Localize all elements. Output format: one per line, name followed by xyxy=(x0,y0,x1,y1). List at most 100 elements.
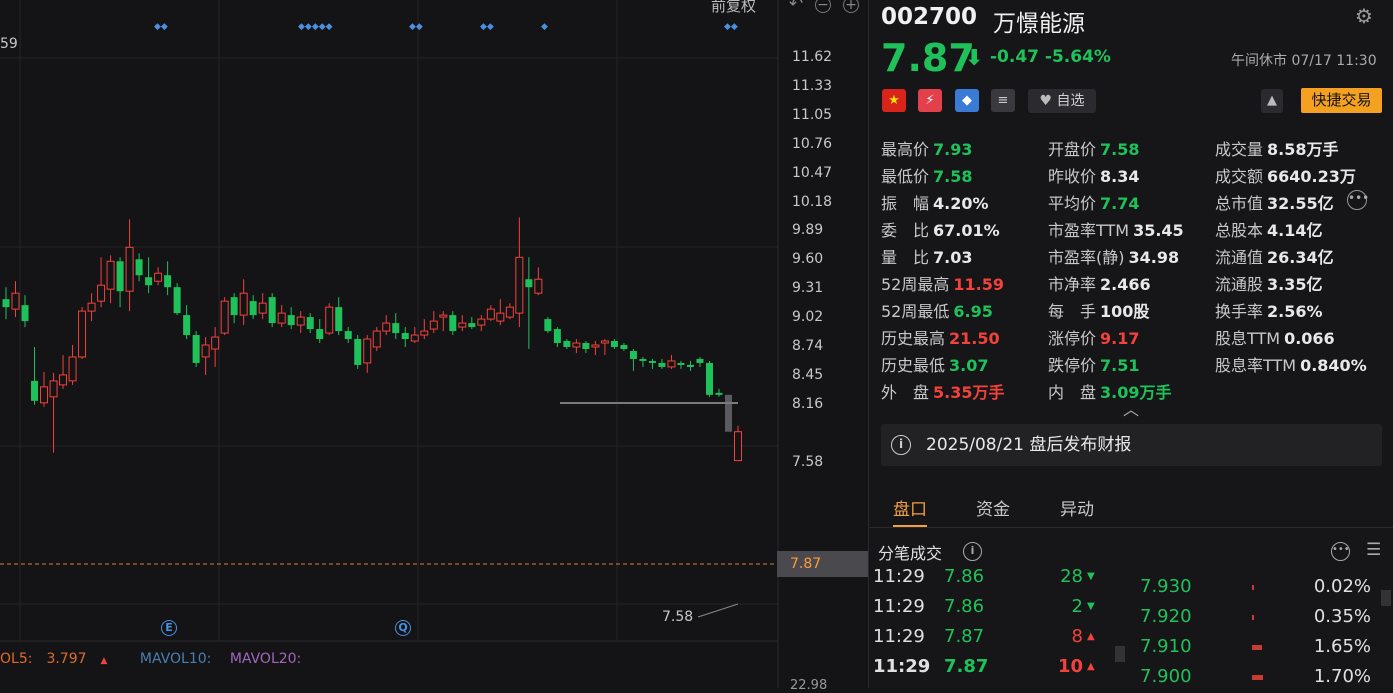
stat-key: 换手率 xyxy=(1215,302,1264,321)
candle-body xyxy=(145,277,153,286)
candle-body xyxy=(648,360,656,363)
kline-chart[interactable]: 前复权 ↶ − + 59 7.58 11.62 11.33 11.05 10.76 10… xyxy=(0,0,868,693)
earnings-notice[interactable]: i 2025/08/21 盘后发布财报 xyxy=(881,424,1382,466)
tab-zijin[interactable]: 资金 xyxy=(976,495,1010,520)
earnings-event-marker[interactable]: E xyxy=(161,620,177,636)
kline-svg[interactable] xyxy=(0,0,868,688)
tab-pankou[interactable]: 盘口 xyxy=(893,495,927,520)
signal-markers[interactable]: ◆ xyxy=(541,22,548,32)
vol5-value: 3.797 xyxy=(46,651,87,667)
stat-key: 委 比 xyxy=(881,221,930,240)
candle-body xyxy=(372,330,381,348)
stat-item: 跌停价 7.51 xyxy=(1048,352,1140,376)
candle-body xyxy=(639,358,647,361)
price-axis-tick: 11.62 xyxy=(792,49,833,65)
depth-price: 7.910 xyxy=(1140,636,1192,657)
collapse-icon[interactable]: ︿ xyxy=(1123,396,1139,420)
candle-body xyxy=(325,306,334,334)
tick-volume: 2 xyxy=(1071,596,1083,617)
candle-body xyxy=(306,317,314,330)
price-axis-tick: 9.02 xyxy=(792,309,824,326)
stat-key: 总市值 xyxy=(1215,194,1264,213)
more-icon[interactable]: ••• xyxy=(1331,542,1350,561)
gear-icon[interactable]: ⚙ xyxy=(1355,4,1373,28)
stat-key: 股息率TTM xyxy=(1215,356,1297,375)
stat-value: 100股 xyxy=(1100,302,1150,321)
stat-value: 21.50 xyxy=(949,329,1000,348)
tag-icon[interactable]: ◆ xyxy=(955,89,979,112)
stat-value: 26.34亿 xyxy=(1267,248,1334,267)
candle-body xyxy=(2,299,10,308)
candle-body xyxy=(486,308,495,320)
undo-icon[interactable]: ↶ xyxy=(788,0,804,13)
stat-key: 跌停价 xyxy=(1048,356,1097,375)
doc-icon[interactable]: ≡ xyxy=(991,89,1015,112)
candle-body xyxy=(515,256,524,314)
zap-icon[interactable]: ⚡ xyxy=(918,89,942,112)
signal-markers[interactable]: ◆◆ xyxy=(409,22,423,32)
tick-row: 11:29 7.86 2 ▼ xyxy=(873,592,1103,622)
stat-item: 每 手 100股 xyxy=(1048,298,1149,322)
tick-time: 11:29 xyxy=(873,566,925,587)
signal-markers[interactable]: ◆◆◆◆◆ xyxy=(298,22,333,32)
panel-tabs: 盘口 资金 异动 xyxy=(869,487,1393,528)
stat-key: 最高价 xyxy=(881,140,930,159)
volume-axis-value: 22.98 xyxy=(790,678,828,693)
depth-bar xyxy=(1252,615,1254,620)
tab-yidong[interactable]: 异动 xyxy=(1060,495,1094,520)
candle-body xyxy=(183,315,191,336)
signal-markers[interactable]: ◆◆ xyxy=(154,22,168,32)
stock-name: 万憬能源 xyxy=(993,11,1085,37)
candle-body xyxy=(620,345,628,349)
stat-item: 成交量 8.58万手 xyxy=(1215,136,1339,160)
bell-icon[interactable]: ▲ xyxy=(1261,89,1283,113)
stat-key: 成交量 xyxy=(1215,140,1264,159)
stat-key: 平均价 xyxy=(1048,194,1097,213)
stat-key: 历史最高 xyxy=(881,329,946,348)
tab-active-indicator xyxy=(893,525,927,527)
up-arrow-icon: ▲ xyxy=(1087,631,1095,642)
candle-body xyxy=(534,278,543,294)
more-icon[interactable]: ••• xyxy=(1347,190,1369,210)
scrollbar[interactable] xyxy=(1381,590,1391,606)
zoom-in-icon[interactable]: + xyxy=(843,0,859,13)
stock-code: 002700 xyxy=(881,4,978,30)
stat-item: 最低价 7.58 xyxy=(881,163,973,187)
candle-body xyxy=(258,302,267,314)
price-axis-tick: 8.45 xyxy=(792,366,824,383)
candle-body xyxy=(78,310,87,358)
stat-value: 9.17 xyxy=(1100,329,1140,348)
quarter-event-marker[interactable]: Q xyxy=(395,620,411,636)
candle-body xyxy=(68,356,77,382)
adjust-mode-button[interactable]: 前复权 xyxy=(711,0,756,16)
quick-trade-button[interactable]: 快捷交易 xyxy=(1301,88,1382,113)
candle-body xyxy=(106,260,115,290)
cn-flag-icon[interactable]: ★ xyxy=(882,89,906,112)
stat-value: 5.35万手 xyxy=(933,383,1005,402)
candle-body xyxy=(125,246,134,292)
stat-item: 昨收价 8.34 xyxy=(1048,163,1140,187)
candle-body xyxy=(458,322,467,328)
ticks-title: 分笔成交 xyxy=(878,544,943,563)
add-watchlist-button[interactable]: ♥ 自选 xyxy=(1028,89,1096,113)
zoom-out-icon[interactable]: − xyxy=(815,0,831,13)
stat-key: 成交额 xyxy=(1215,167,1264,186)
candle-body xyxy=(354,339,362,365)
signal-markers[interactable]: ◆◆ xyxy=(480,22,494,32)
scrollbar[interactable] xyxy=(1115,646,1125,662)
info-icon[interactable]: i xyxy=(963,542,982,561)
candle-body xyxy=(277,312,286,324)
signal-markers[interactable]: ◆◆ xyxy=(724,22,738,32)
stat-key: 振 幅 xyxy=(881,194,930,213)
stat-key: 昨收价 xyxy=(1048,167,1097,186)
stat-key: 开盘价 xyxy=(1048,140,1097,159)
depth-row: 7.910 1.65% xyxy=(1140,632,1380,662)
candle-body xyxy=(154,272,163,282)
down-arrow-icon: ▼ xyxy=(1087,601,1095,612)
list-view-icon[interactable]: ☰ xyxy=(1366,540,1381,560)
stat-item: 52周最低 6.95 xyxy=(881,298,993,322)
candle-body xyxy=(582,343,590,349)
stat-item: 市盈率TTM 35.45 xyxy=(1048,217,1184,241)
change-amount: -0.47 xyxy=(990,47,1039,67)
candle-body xyxy=(97,284,106,302)
